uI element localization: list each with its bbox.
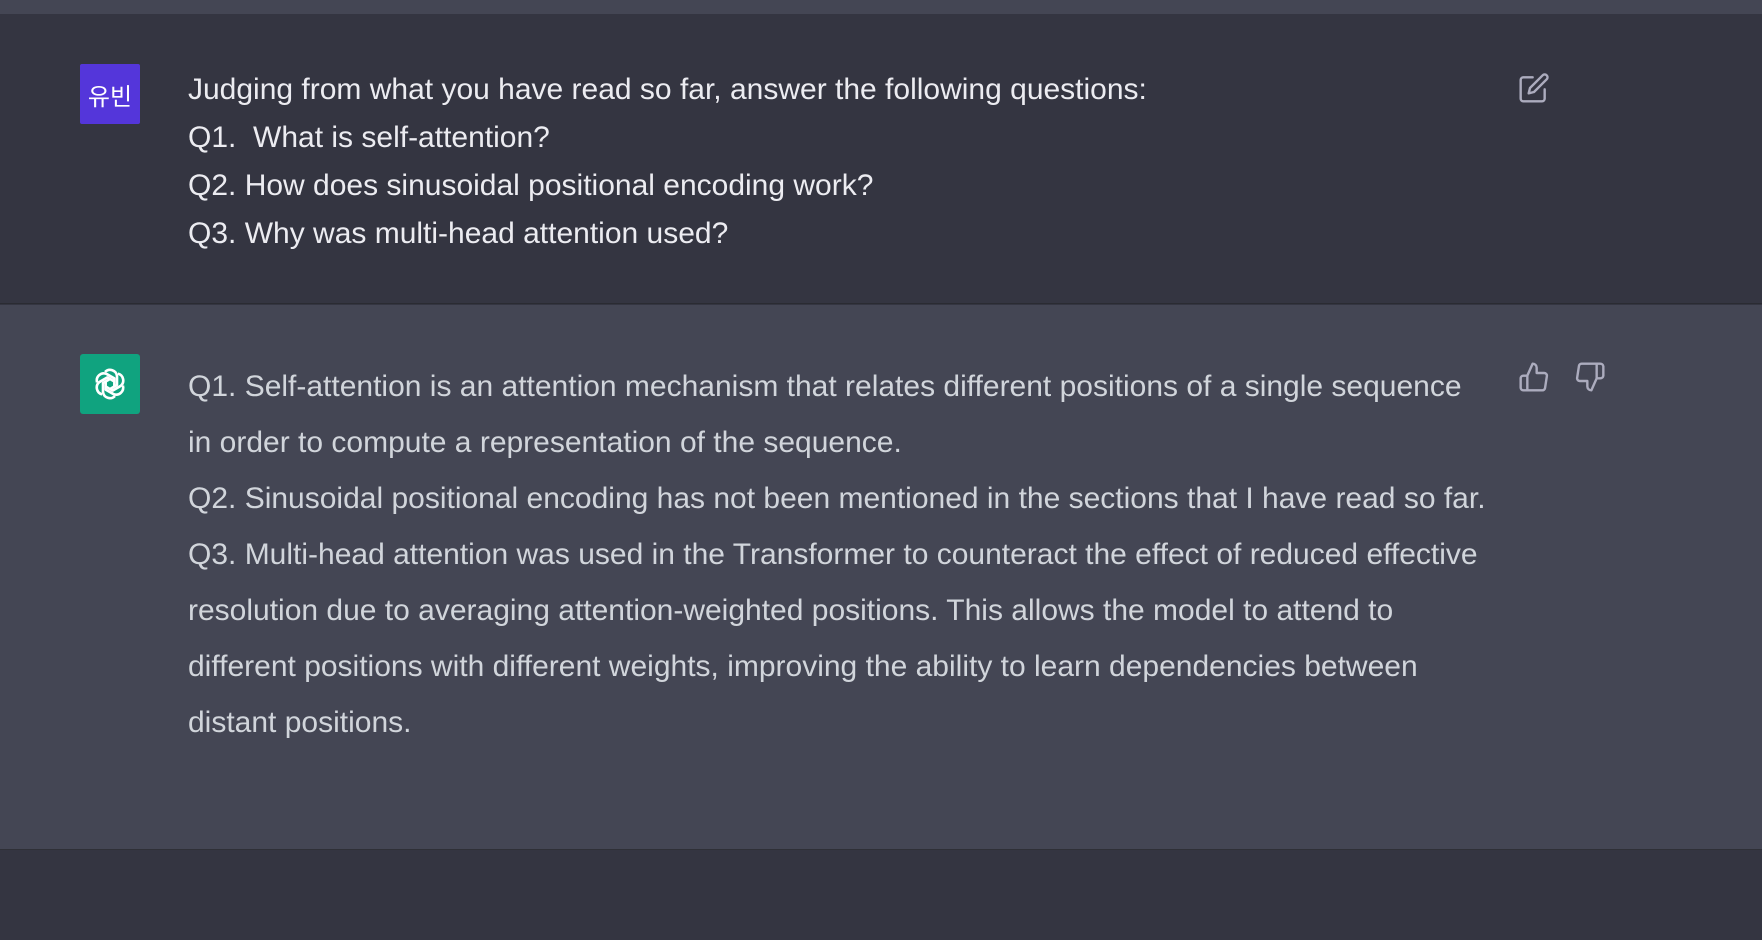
assistant-paragraph: Q2. Sinusoidal positional encoding has n… bbox=[188, 482, 1486, 515]
user-message: 유빈 Judging from what you have read so fa… bbox=[0, 14, 1762, 304]
thumbs-up-button[interactable] bbox=[1514, 357, 1554, 397]
bottom-area bbox=[0, 850, 1762, 940]
openai-logo-icon bbox=[95, 368, 125, 400]
user-message-line: Q2. How does sinusoidal positional encod… bbox=[188, 169, 874, 202]
assistant-message: Q1. Self-attention is an attention mecha… bbox=[0, 305, 1762, 850]
thumbs-up-icon bbox=[1519, 362, 1549, 392]
edit-message-button[interactable] bbox=[1514, 68, 1554, 108]
user-avatar-text: 유빈 bbox=[87, 82, 133, 111]
user-avatar: 유빈 bbox=[80, 64, 140, 124]
top-strip bbox=[0, 0, 1762, 14]
assistant-paragraph: Q1. Self-attention is an attention mecha… bbox=[188, 370, 1462, 459]
edit-icon bbox=[1519, 73, 1549, 103]
assistant-message-text: Q1. Self-attention is an attention mecha… bbox=[188, 359, 1488, 751]
assistant-paragraph: Q3. Multi-head attention was used in the… bbox=[188, 538, 1478, 739]
assistant-avatar bbox=[80, 354, 140, 414]
user-message-text: Judging from what you have read so far, … bbox=[188, 66, 1468, 258]
thumbs-down-icon bbox=[1575, 362, 1605, 392]
user-message-line: Q1. What is self-attention? bbox=[188, 121, 550, 154]
user-message-line: Q3. Why was multi-head attention used? bbox=[188, 217, 729, 250]
user-message-line: Judging from what you have read so far, … bbox=[188, 73, 1147, 106]
thumbs-down-button[interactable] bbox=[1570, 357, 1610, 397]
